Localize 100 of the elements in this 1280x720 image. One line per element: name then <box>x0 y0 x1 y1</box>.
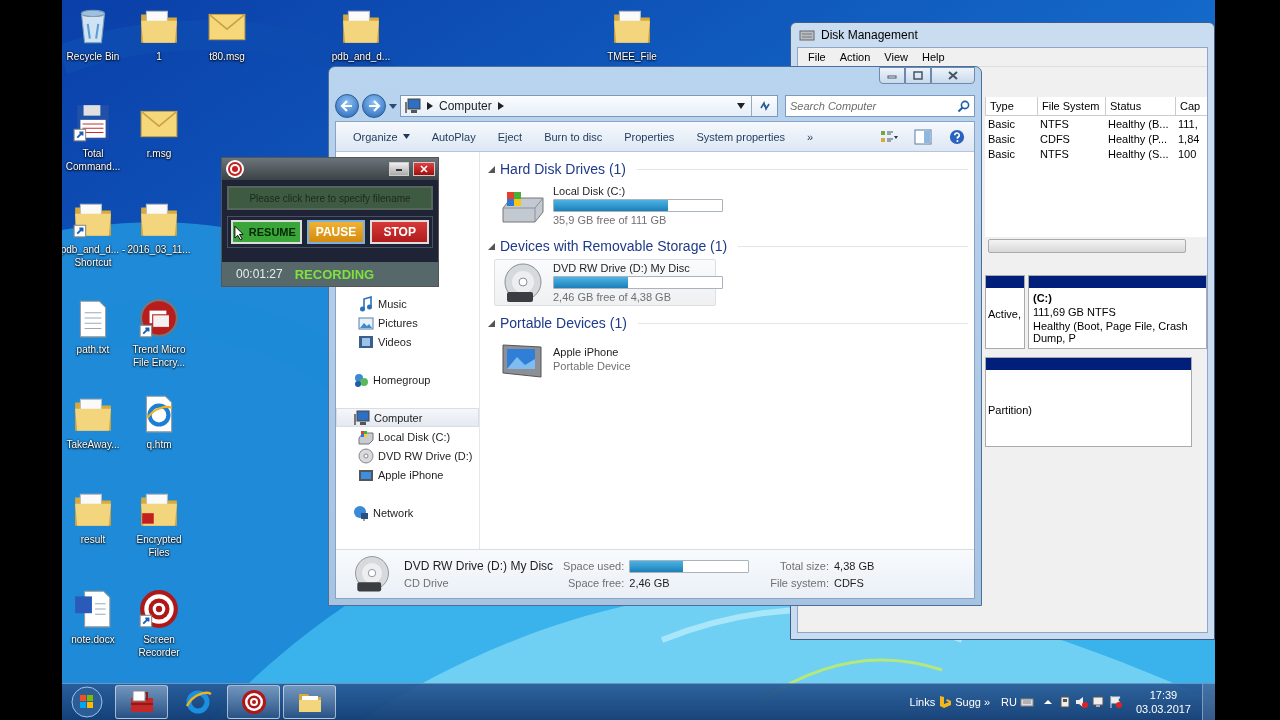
sidebar-item[interactable]: Homegroup <box>336 370 479 389</box>
partition-box[interactable]: (C:) 111,69 GB NTFS Healthy (Boot, Page File, Crash Dump, P <box>1028 275 1207 349</box>
search-field[interactable]: Search Computer <box>785 95 975 117</box>
close-button[interactable] <box>413 162 435 176</box>
more-button[interactable]: » <box>983 696 991 708</box>
column-header[interactable]: Type <box>985 97 1037 115</box>
speaker-icon[interactable] <box>1074 695 1089 709</box>
help-icon[interactable] <box>948 128 966 145</box>
toolbar-button[interactable]: » <box>796 124 825 149</box>
column-header[interactable]: Status <box>1105 97 1175 115</box>
icon-label[interactable]: pdb_and_d... <box>331 50 391 63</box>
target-icon[interactable] <box>138 588 180 630</box>
icon-label[interactable]: Trend Micro File Encry... <box>126 343 192 369</box>
show-desktop-button[interactable] <box>1202 684 1215 720</box>
sidebar-item[interactable]: Local Disk (C:) <box>336 427 479 446</box>
forward-button[interactable] <box>362 94 386 118</box>
toolbar-button[interactable]: Eject <box>486 124 534 149</box>
toolbar-button[interactable]: Properties <box>613 124 686 149</box>
icon-label[interactable]: 1 <box>156 50 162 63</box>
back-arrow-icon[interactable] <box>340 99 354 113</box>
target-icon <box>225 159 245 179</box>
flag-icon[interactable] <box>1108 695 1123 709</box>
view-options-icon[interactable] <box>880 128 898 145</box>
partition-size: 111,69 GB NTFS <box>1033 306 1117 318</box>
toolbar-label[interactable]: Links <box>909 696 936 708</box>
drive-tile[interactable]: Apple iPhone Portable Device <box>494 336 716 382</box>
partition-status: Healthy (Boot, Page File, Crash Dump, P <box>1033 320 1189 344</box>
sidebar-item[interactable]: Pictures <box>336 313 479 332</box>
icon-label[interactable]: q.htm <box>146 438 172 451</box>
back-button[interactable] <box>335 94 359 118</box>
search-icon[interactable] <box>957 100 970 113</box>
icon-label[interactable]: t80.msg <box>209 50 245 63</box>
taskbar-button[interactable] <box>115 685 168 719</box>
icon-label[interactable]: Encrypted Files <box>126 533 192 559</box>
device-icon[interactable] <box>1057 695 1072 709</box>
sidebar-item[interactable]: Videos <box>336 332 479 351</box>
folder-badge-icon[interactable] <box>138 298 180 340</box>
language-indicator[interactable]: RU <box>1001 696 1017 708</box>
breadcrumb[interactable]: Computer <box>439 99 492 113</box>
sidebar-item[interactable]: DVD RW Drive (D:) <box>336 446 479 465</box>
partition-name: (C:) <box>1033 292 1053 304</box>
close-icon[interactable] <box>948 71 958 80</box>
windows-logo-icon[interactable] <box>70 685 104 719</box>
column-header[interactable]: Cap <box>1175 97 1207 115</box>
resume-button[interactable]: RESUME <box>231 220 302 244</box>
icon-label[interactable]: 2016_03_11... <box>127 243 191 256</box>
toolbar-button[interactable]: System properties <box>685 124 797 149</box>
search-engine-icon[interactable] <box>938 695 953 709</box>
clock-time[interactable]: 17:39 <box>1149 689 1178 701</box>
forward-arrow-icon[interactable] <box>367 99 381 113</box>
address-bar[interactable]: Computer <box>400 95 778 117</box>
maximize-button[interactable] <box>905 67 931 84</box>
scrollbar[interactable] <box>988 239 1186 253</box>
monitor-icon[interactable] <box>1091 695 1106 709</box>
search-label[interactable]: Sugg <box>955 696 981 708</box>
sidebar-item[interactable]: Apple iPhone <box>336 465 479 484</box>
collapse-arrow-icon[interactable] <box>488 319 495 327</box>
taskbar-button[interactable] <box>227 685 280 719</box>
column-header[interactable]: File System <box>1037 97 1105 115</box>
icon-label[interactable]: TMEE_File <box>607 50 657 63</box>
caret-icon[interactable] <box>402 134 410 139</box>
refresh-icon[interactable] <box>757 99 772 113</box>
icon-label[interactable]: Recycle Bin <box>66 50 120 63</box>
menu-item[interactable]: Action <box>839 51 871 63</box>
collapse-arrow-icon[interactable] <box>488 165 495 173</box>
sidebar-item[interactable]: Network <box>336 503 479 522</box>
recording-status: RECORDING <box>294 266 375 282</box>
group-header[interactable]: Devices with Removable Storage (1) <box>500 238 728 254</box>
clock-date[interactable]: 03.03.2017 <box>1135 703 1191 715</box>
caret-icon[interactable] <box>737 103 745 109</box>
menu-item[interactable]: View <box>884 51 908 63</box>
menu-item[interactable]: File <box>808 51 826 63</box>
taskbar-button[interactable] <box>283 685 336 719</box>
drive-tile[interactable]: Local Disk (C:) 35,9 GB free of 111 GB <box>494 182 716 229</box>
stop-button[interactable]: STOP <box>370 220 429 244</box>
keyboard-icon[interactable] <box>1019 695 1034 709</box>
icon-label[interactable]: r.msg <box>146 147 172 160</box>
menu-item[interactable]: Help <box>921 51 945 63</box>
close-button[interactable] <box>931 67 975 84</box>
toolbar-button[interactable]: Organize <box>342 124 421 149</box>
icon-label[interactable]: Total Command... <box>62 147 126 173</box>
item-name: DVD RW Drive (D:) My Disc <box>404 559 554 573</box>
icon-label[interactable]: pdb_and_d... - Shortcut <box>62 243 126 269</box>
minimize-button[interactable] <box>389 162 409 176</box>
browser-icon <box>183 688 212 716</box>
sidebar-item[interactable]: Computer <box>336 408 479 427</box>
computer-icon <box>405 98 421 114</box>
partition-box[interactable]: Active, <box>985 275 1025 349</box>
icon-label[interactable]: TakeAway... <box>66 438 120 451</box>
group-header[interactable]: Hard Disk Drives (1) <box>500 161 626 177</box>
collapse-arrow-icon[interactable] <box>488 242 495 250</box>
sidebar-item[interactable]: Music <box>336 294 479 313</box>
icon-label[interactable]: Screen Recorder <box>126 633 192 659</box>
maximize-icon[interactable] <box>913 71 923 80</box>
toolbar-button[interactable]: Burn to disc <box>533 124 614 149</box>
partition-box[interactable]: Partition) <box>985 357 1192 447</box>
toolbar-button[interactable]: AutoPlay <box>420 124 487 149</box>
group-header[interactable]: Portable Devices (1) <box>500 315 627 331</box>
chevron-icon[interactable] <box>427 102 433 110</box>
chevron-icon[interactable] <box>497 102 504 110</box>
